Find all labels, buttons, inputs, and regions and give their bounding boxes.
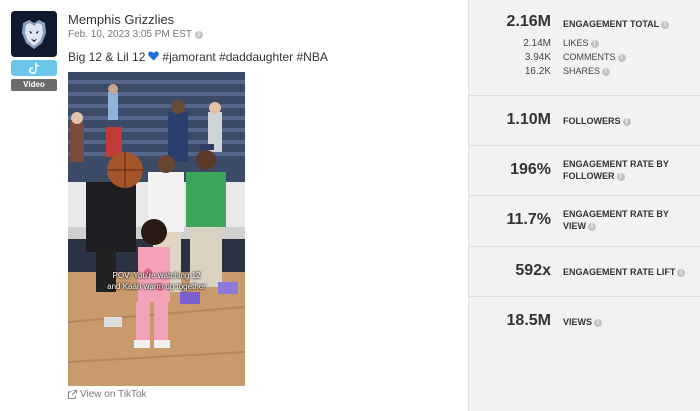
post-type-badge: Video <box>11 79 57 91</box>
followers-label: FOLLOWERS i <box>563 115 695 127</box>
metric-followers: 1.10M FOLLOWERS i <box>469 96 700 146</box>
view-on-tiktok-link[interactable]: View on TikTok <box>68 389 147 400</box>
er-follower-label: ENGAGEMENT RATE BY FOLLOWER i <box>563 159 669 181</box>
metric-engagement-total: 2.16M ENGAGEMENT TOTAL i 2.14M LIKES i 3.9… <box>469 0 700 96</box>
comments-label: COMMENTS i <box>563 52 626 62</box>
metric-engagement-rate-follower: 196% ENGAGEMENT RATE BY FOLLOWER i <box>469 146 700 196</box>
shares-value: 16.2K <box>524 66 551 77</box>
shares-label: SHARES i <box>563 66 611 76</box>
caption-text-start: Big 12 & Lil 12 <box>68 50 146 64</box>
info-icon[interactable]: i <box>677 268 686 277</box>
likes-value: 2.14M <box>523 38 551 49</box>
metric-shares: 16.2K SHARES i <box>469 66 700 78</box>
tiktok-platform-badge <box>11 60 57 76</box>
metric-views: 18.5M VIEWS i <box>469 297 700 347</box>
info-icon[interactable]: i <box>588 222 597 231</box>
account-name[interactable]: Memphis Grizzlies <box>68 12 174 27</box>
external-link-icon <box>68 390 77 399</box>
metric-likes: 2.14M LIKES i <box>469 38 700 50</box>
info-icon[interactable]: i <box>616 172 625 181</box>
blue-heart-emoji <box>148 50 160 64</box>
comments-value: 3.94K <box>524 52 551 63</box>
er-lift-label: ENGAGEMENT RATE LIFT i <box>563 266 695 278</box>
post-caption: Big 12 & Lil 12 #jamorant #daddaughter #… <box>68 50 328 64</box>
er-follower-value: 196% <box>510 161 551 178</box>
metric-comments: 3.94K COMMENTS i <box>469 52 700 64</box>
likes-label: LIKES i <box>563 38 599 48</box>
caption-hashtags: #jamorant #daddaughter #NBA <box>162 50 328 64</box>
info-icon[interactable]: i <box>617 53 626 62</box>
followers-value: 1.10M <box>506 111 551 128</box>
info-icon[interactable]: i <box>602 67 611 76</box>
tiktok-icon <box>29 62 39 74</box>
post-date-text: Feb. 10, 2023 3:05 PM EST <box>68 29 192 40</box>
team-logo-avatar[interactable] <box>11 11 57 57</box>
er-view-label: ENGAGEMENT RATE BY VIEW i <box>563 209 669 231</box>
view-link-label: View on TikTok <box>80 389 147 400</box>
metric-engagement-rate-lift: 592x ENGAGEMENT RATE LIFT i <box>469 247 700 297</box>
grizzlies-logo-icon <box>11 11 57 57</box>
post-card: Video Memphis Grizzlies Feb. 10, 2023 3:… <box>0 0 468 411</box>
info-icon[interactable]: i <box>622 117 631 126</box>
engagement-total-label: ENGAGEMENT TOTAL i <box>563 18 695 30</box>
info-icon[interactable]: i <box>590 39 599 48</box>
er-view-value: 11.7% <box>506 211 551 228</box>
video-overlay-caption: POV: You're watching 12 and Kaari warm u… <box>68 270 245 292</box>
views-label: VIEWS i <box>563 316 695 328</box>
video-frame-image <box>68 72 245 386</box>
er-lift-value: 592x <box>515 262 551 279</box>
video-thumbnail[interactable]: POV: You're watching 12 and Kaari warm u… <box>68 72 245 386</box>
info-icon[interactable]: i <box>661 20 670 29</box>
info-icon[interactable]: i <box>594 318 603 327</box>
overlay-line-1: POV: You're watching 12 <box>112 271 201 280</box>
info-icon[interactable]: i <box>194 30 203 39</box>
post-date: Feb. 10, 2023 3:05 PM EST i <box>68 29 203 40</box>
metric-engagement-rate-view: 11.7% ENGAGEMENT RATE BY VIEW i <box>469 196 700 247</box>
views-value: 18.5M <box>506 312 551 329</box>
engagement-total-value: 2.16M <box>506 13 551 30</box>
overlay-line-2: and Kaari warm up together <box>107 282 206 291</box>
metrics-panel: 2.16M ENGAGEMENT TOTAL i 2.14M LIKES i 3.9… <box>468 0 700 411</box>
